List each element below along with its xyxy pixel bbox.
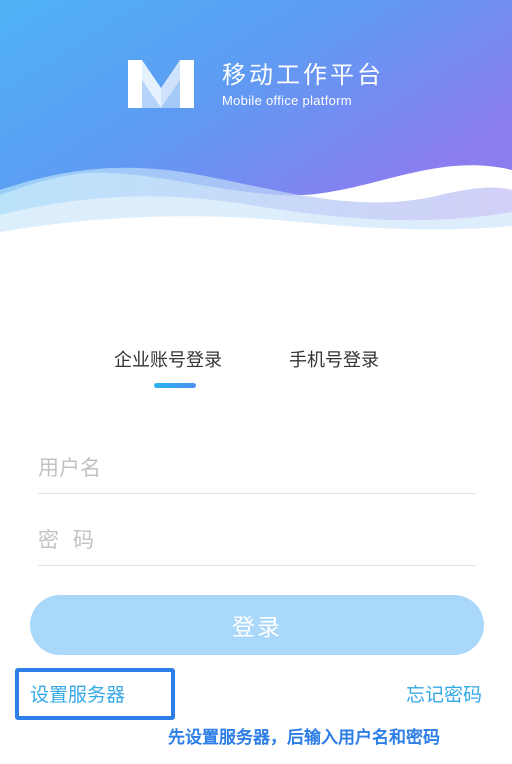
password-input[interactable]	[38, 514, 476, 565]
username-field	[38, 442, 476, 494]
app-title: 移动工作平台	[222, 60, 384, 89]
active-tab-indicator	[154, 383, 196, 388]
login-button[interactable]: 登录	[30, 595, 484, 655]
server-settings-link[interactable]: 设置服务器	[30, 682, 125, 708]
m-logo-icon	[128, 60, 194, 108]
login-tabs: 企业账号登录 手机号登录	[0, 347, 512, 391]
header-background	[0, 0, 512, 240]
header-banner: 移动工作平台 Mobile office platform	[0, 0, 512, 240]
forgot-password-link[interactable]: 忘记密码	[406, 682, 482, 708]
password-field	[38, 514, 476, 566]
tab-enterprise-account[interactable]: 企业账号登录	[114, 347, 222, 375]
brand-text: 移动工作平台 Mobile office platform	[222, 61, 384, 108]
brand-logo: 移动工作平台 Mobile office platform	[126, 58, 384, 110]
tab-phone-number[interactable]: 手机号登录	[289, 347, 379, 375]
instruction-annotation: 先设置服务器，后输入用户名和密码	[168, 728, 440, 748]
username-input[interactable]	[38, 442, 476, 493]
app-subtitle: Mobile office platform	[222, 92, 352, 108]
